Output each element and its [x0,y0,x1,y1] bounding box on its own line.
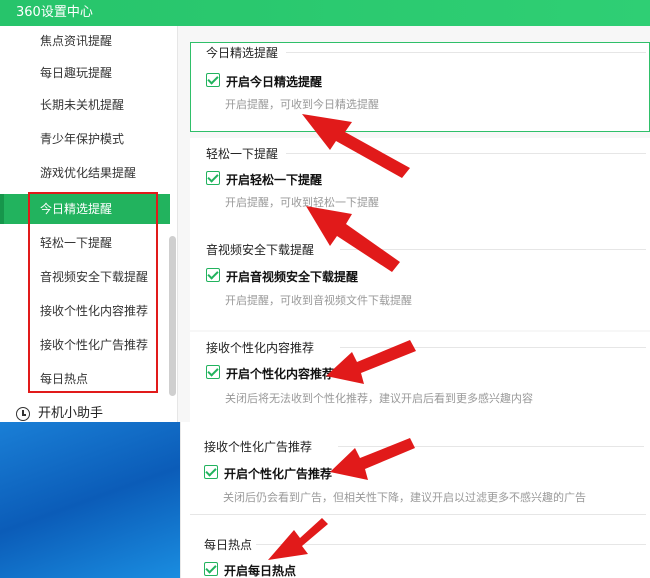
annotation-arrows [268,114,416,560]
arrow-icon [268,518,328,560]
arrow-icon [302,114,410,178]
screenshot-root: 360设置中心 焦点资讯提醒 每日趣玩提醒 长期未关机提醒 青少年保护模式 游戏… [0,0,650,578]
arrow-icon [326,340,416,384]
arrow-icon [306,206,400,272]
arrow-icon [330,438,415,480]
